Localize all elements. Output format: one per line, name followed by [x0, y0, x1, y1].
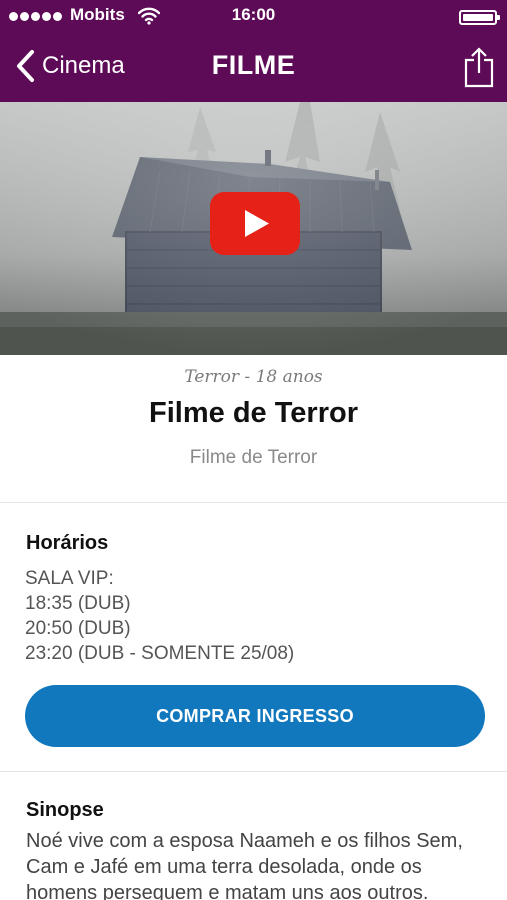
divider: [0, 771, 507, 772]
showtime-line: 23:20 (DUB - SOMENTE 25/08): [25, 643, 295, 664]
showtime-line: 18:35 (DUB): [25, 593, 131, 614]
trailer-video[interactable]: [0, 102, 507, 355]
movie-original-title: Filme de Terror: [189, 447, 318, 468]
share-icon[interactable]: [463, 46, 495, 88]
genre-rating: Terror - 18 anos: [184, 367, 323, 387]
divider: [0, 502, 507, 503]
synopsis-text: Noé vive com a esposa Naameh e os filhos…: [26, 830, 463, 900]
showtime-line: SALA VIP:: [25, 568, 114, 589]
showtime-line: 20:50 (DUB): [25, 618, 131, 639]
movie-info: Terror - 18 anos Filme de Terror Filme d…: [0, 355, 507, 503]
buy-ticket-button[interactable]: COMPRAR INGRESSO: [25, 685, 485, 747]
navigation-bar: Cinema FILME: [0, 32, 507, 102]
status-bar: Mobits 16:00: [0, 0, 507, 32]
battery-icon: [459, 10, 500, 25]
synopsis-heading: Sinopse: [26, 799, 104, 821]
showtimes-heading: Horários: [26, 532, 109, 554]
page-title: FILME: [211, 50, 296, 80]
movie-title: Filme de Terror: [149, 397, 358, 429]
status-time: 16:00: [231, 5, 276, 24]
showtimes-list: SALA VIP: 18:35 (DUB) 20:50 (DUB) 23:20 …: [25, 566, 485, 666]
youtube-play-icon[interactable]: [210, 192, 300, 255]
